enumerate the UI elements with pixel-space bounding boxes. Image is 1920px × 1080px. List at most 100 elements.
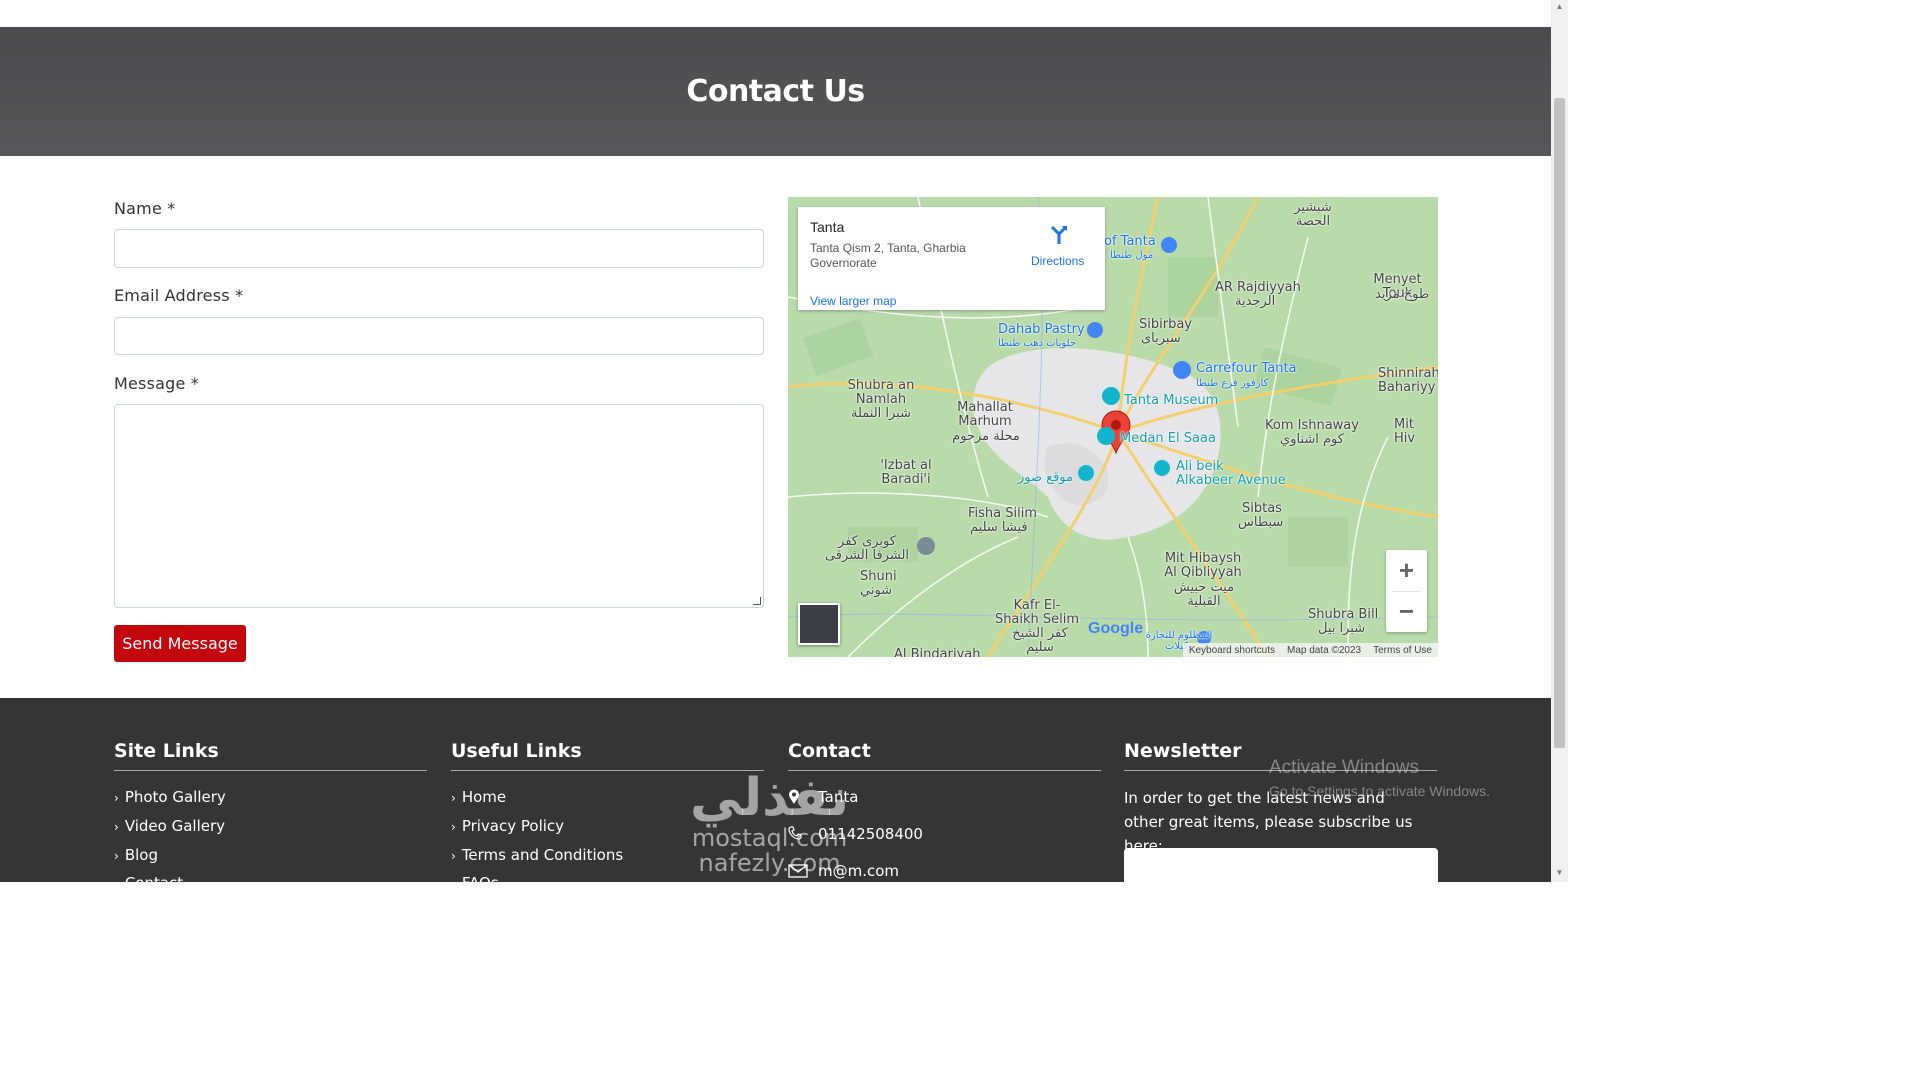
map-label: كوبرى كفر الشرفا الشرقى [824,534,910,563]
map-label: 'Izbat al Baradi'i [880,458,932,487]
chevron-right-icon: › [451,820,456,834]
watermark-latin-2: nafezly.com [698,849,841,877]
map-label: Fisha Silim [968,506,1038,521]
newsletter-heading: Newsletter [1124,740,1242,762]
view-larger-map-link[interactable]: View larger map [810,294,896,308]
chevron-right-icon: › [451,849,456,863]
map-label: Tanta Museum [1124,393,1219,408]
send-message-button[interactable]: Send Message [114,625,246,662]
map-label: ميت حبيش القبلية [1173,580,1235,609]
map-label: حلويات دهب طنطا [998,338,1077,349]
map-label: Shinnirah Bahariyy [1378,366,1438,395]
footer-link-blog[interactable]: › Blog [114,846,158,864]
map-label: of Tanta [1104,234,1156,249]
message-field[interactable] [114,404,764,608]
map-label: كوم اشناوي [1280,432,1344,447]
map-label: Medan El Saaa [1120,431,1216,446]
map-label: سبطاس [1238,515,1284,530]
resize-handle[interactable] [753,597,761,605]
footer-link-photo-gallery[interactable]: › Photo Gallery [114,788,226,806]
map-card-title: Tanta [810,219,845,235]
map-label: كفر الشيخ سليم [1012,626,1068,655]
map-label: محلة مرحوم [952,429,1020,444]
map-label: كارفور فرع طنطا [1196,378,1269,389]
email-field[interactable] [114,317,764,355]
chevron-right-icon: › [114,877,119,891]
satellite-toggle[interactable] [798,603,840,645]
map-label: الرجدية [1235,294,1276,309]
page-hero: Contact Us [0,27,1551,156]
map-label: Mahallat Marhum [957,400,1013,429]
newsletter-email-input[interactable] [1124,848,1438,888]
terms-of-use-link[interactable]: Terms of Use [1373,645,1432,656]
map-label: Ali beik [1176,459,1224,474]
map-card-address: Tanta Qism 2, Tanta, Gharbia Governorate [810,241,966,270]
scrollbar-thumb[interactable] [1554,98,1565,748]
map-label: Shubra an Namlah [847,378,915,407]
zoom-control: + − [1386,550,1427,632]
map-label: Shubra Bill [1308,607,1379,622]
page-scrollbar[interactable]: ▲ ▼ [1551,0,1568,882]
name-field[interactable] [114,229,764,268]
map-label: مول طنطا [1110,250,1154,261]
chevron-right-icon: › [114,849,119,863]
google-logo: Google [1088,620,1144,637]
map-label: Sibirbay [1139,317,1192,332]
email-label: Email Address * [114,286,244,305]
map-label: AR Rajdiyyah [1215,280,1301,295]
chevron-right-icon: › [451,877,456,891]
chevron-right-icon: › [451,791,456,805]
zoom-out-button[interactable]: − [1386,591,1427,632]
footer-link-video-gallery[interactable]: › Video Gallery [114,817,225,835]
chevron-right-icon: › [114,791,119,805]
map-footer: Keyboard shortcuts Map data ©2023 Terms … [1182,643,1438,657]
map-label: شبشير الحصة [1294,200,1332,229]
activate-windows-title: Activate Windows [1269,757,1419,778]
scroll-up-arrow-icon[interactable]: ▲ [1554,2,1565,11]
map-label: سبرباى [1141,331,1181,346]
map-label: Kom Ishnaway [1265,418,1359,433]
map-label: Mit Hibaysh Al Qibliyyah [1164,551,1242,580]
footer-link-privacy-policy[interactable]: › Privacy Policy [451,817,564,835]
map-label: Sibtas [1242,501,1282,516]
footer-link-terms[interactable]: › Terms and Conditions [451,846,623,864]
zoom-in-button[interactable]: + [1386,550,1427,591]
name-label: Name * [114,199,176,218]
activate-windows-subtitle: Go to Settings to activate Windows. [1269,783,1490,799]
map-embed[interactable]: Tanta Museum Medan El Saaa Carrefour Tan… [788,197,1438,657]
useful-links-heading: Useful Links [451,740,582,762]
map-data-credit: Map data ©2023 [1287,644,1362,656]
map-label: Dahab Pastry [998,322,1085,337]
keyboard-shortcuts-link[interactable]: Keyboard shortcuts [1189,645,1275,656]
directions-icon[interactable] [1048,223,1070,245]
watermark-latin: mostaql.com [691,824,848,852]
footer-link-contact[interactable]: › Contact [114,874,183,892]
chevron-right-icon: › [114,820,119,834]
footer-link-home[interactable]: › Home [451,788,506,806]
map-label: شوني [860,583,893,598]
map-label: Kafr El-Shaikh Selim [994,598,1080,627]
watermark: نفذلي mostaql.com nafezly.com [690,770,849,876]
map-label: فيشا سليم [970,520,1028,535]
map-label: Mit Hiv [1394,417,1416,446]
contact-heading: Contact [788,740,871,762]
footer-link-faqs[interactable]: › FAQs [451,874,499,892]
top-bar [0,0,1551,27]
site-links-heading: Site Links [114,740,219,762]
divider [114,770,427,771]
map-label: Shuni [860,569,897,584]
message-label: Message * [114,374,200,393]
scroll-down-arrow-icon[interactable]: ▼ [1554,868,1565,877]
map-label: Al Bindariyah [894,647,981,658]
map-info-card: Tanta Tanta Qism 2, Tanta, Gharbia Gover… [798,207,1105,310]
activate-windows-overlay: Activate Windows Go to Settings to activ… [1269,757,1490,799]
watermark-arabic: نفذلي [690,768,850,828]
map-label: Carrefour Tanta [1196,361,1297,376]
directions-link[interactable]: Directions [1031,254,1084,268]
map-label: Alkabeer Avenue [1176,473,1286,488]
map-label: طوخ مزيد [1375,287,1430,302]
map-label: شبرا بيل [1318,621,1366,636]
map-label: شبرا النملة [850,406,912,421]
map-label: موقع صور [1018,470,1073,485]
page-title: Contact Us [686,74,865,109]
